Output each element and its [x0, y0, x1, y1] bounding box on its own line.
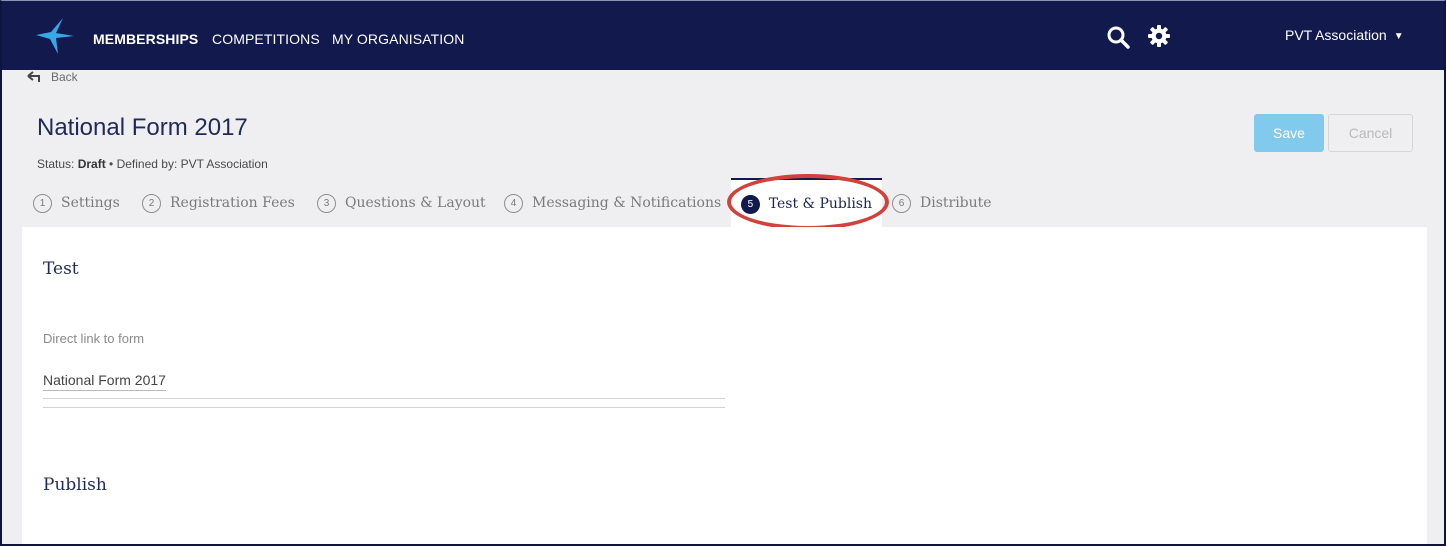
back-link[interactable]: Back: [26, 70, 78, 84]
tab-number: 3: [317, 193, 336, 213]
direct-link-label: Direct link to form: [43, 331, 145, 346]
caret-down-icon: ▼: [1393, 31, 1404, 42]
logo-icon[interactable]: [36, 18, 74, 54]
status-line: Status: Draft • Defined by: PVT Associat…: [37, 157, 268, 171]
tab-test-publish[interactable]: 5 Test & Publish: [731, 178, 882, 228]
top-navigation-bar: MEMBERSHIPS COMPETITIONS MY ORGANISATION…: [2, 1, 1444, 70]
tab-messaging-notifications[interactable]: 4 Messaging & Notifications: [504, 178, 721, 228]
step-tabs: 1 Settings 2 Registration Fees 3 Questio…: [22, 178, 1427, 228]
tab-label: Messaging & Notifications: [532, 195, 722, 211]
search-icon[interactable]: [1106, 25, 1130, 49]
status-value: Draft: [77, 157, 106, 171]
nav-memberships[interactable]: MEMBERSHIPS: [93, 31, 198, 47]
direct-link-field[interactable]: National Form 2017: [43, 372, 166, 391]
tab-number: 2: [142, 193, 161, 213]
field-divider: [43, 398, 725, 399]
cancel-button[interactable]: Cancel: [1328, 114, 1413, 152]
direct-link-value[interactable]: National Form 2017: [43, 372, 166, 391]
gear-icon[interactable]: [1147, 24, 1171, 48]
tab-settings[interactable]: 1 Settings: [33, 178, 120, 228]
page-title: National Form 2017: [37, 114, 248, 141]
status-prefix: Status:: [37, 157, 78, 171]
nav-my-organisation[interactable]: MY ORGANISATION: [332, 31, 464, 47]
back-arrow-icon: [27, 71, 40, 82]
test-section-title: Test: [43, 259, 79, 279]
organisation-menu[interactable]: PVT Association ▼: [1285, 27, 1404, 43]
back-label: Back: [51, 70, 78, 84]
tab-label: Questions & Layout: [345, 195, 486, 211]
tab-distribute[interactable]: 6 Distribute: [892, 178, 992, 228]
tab-label: Settings: [61, 195, 120, 211]
tab-number: 5: [741, 194, 760, 214]
publish-section-title: Publish: [43, 475, 107, 495]
tab-panel: Test Direct link to form National Form 2…: [22, 227, 1427, 544]
save-button[interactable]: Save: [1254, 114, 1324, 152]
tab-number: 1: [33, 193, 52, 213]
tab-number: 6: [892, 193, 911, 213]
defined-by: • Defined by: PVT Association: [105, 157, 268, 171]
tab-label: Registration Fees: [170, 195, 295, 211]
tab-questions-layout[interactable]: 3 Questions & Layout: [317, 178, 486, 228]
main-content: Back National Form 2017 Status: Draft • …: [2, 70, 1444, 544]
tab-label: Test & Publish: [768, 196, 872, 212]
field-divider: [43, 407, 725, 408]
nav-competitions[interactable]: COMPETITIONS: [212, 31, 320, 47]
tab-number: 4: [504, 193, 523, 213]
app-window: MEMBERSHIPS COMPETITIONS MY ORGANISATION…: [0, 0, 1446, 546]
tab-registration-fees[interactable]: 2 Registration Fees: [142, 178, 295, 228]
organisation-name: PVT Association: [1285, 27, 1387, 43]
tab-label: Distribute: [920, 195, 992, 211]
